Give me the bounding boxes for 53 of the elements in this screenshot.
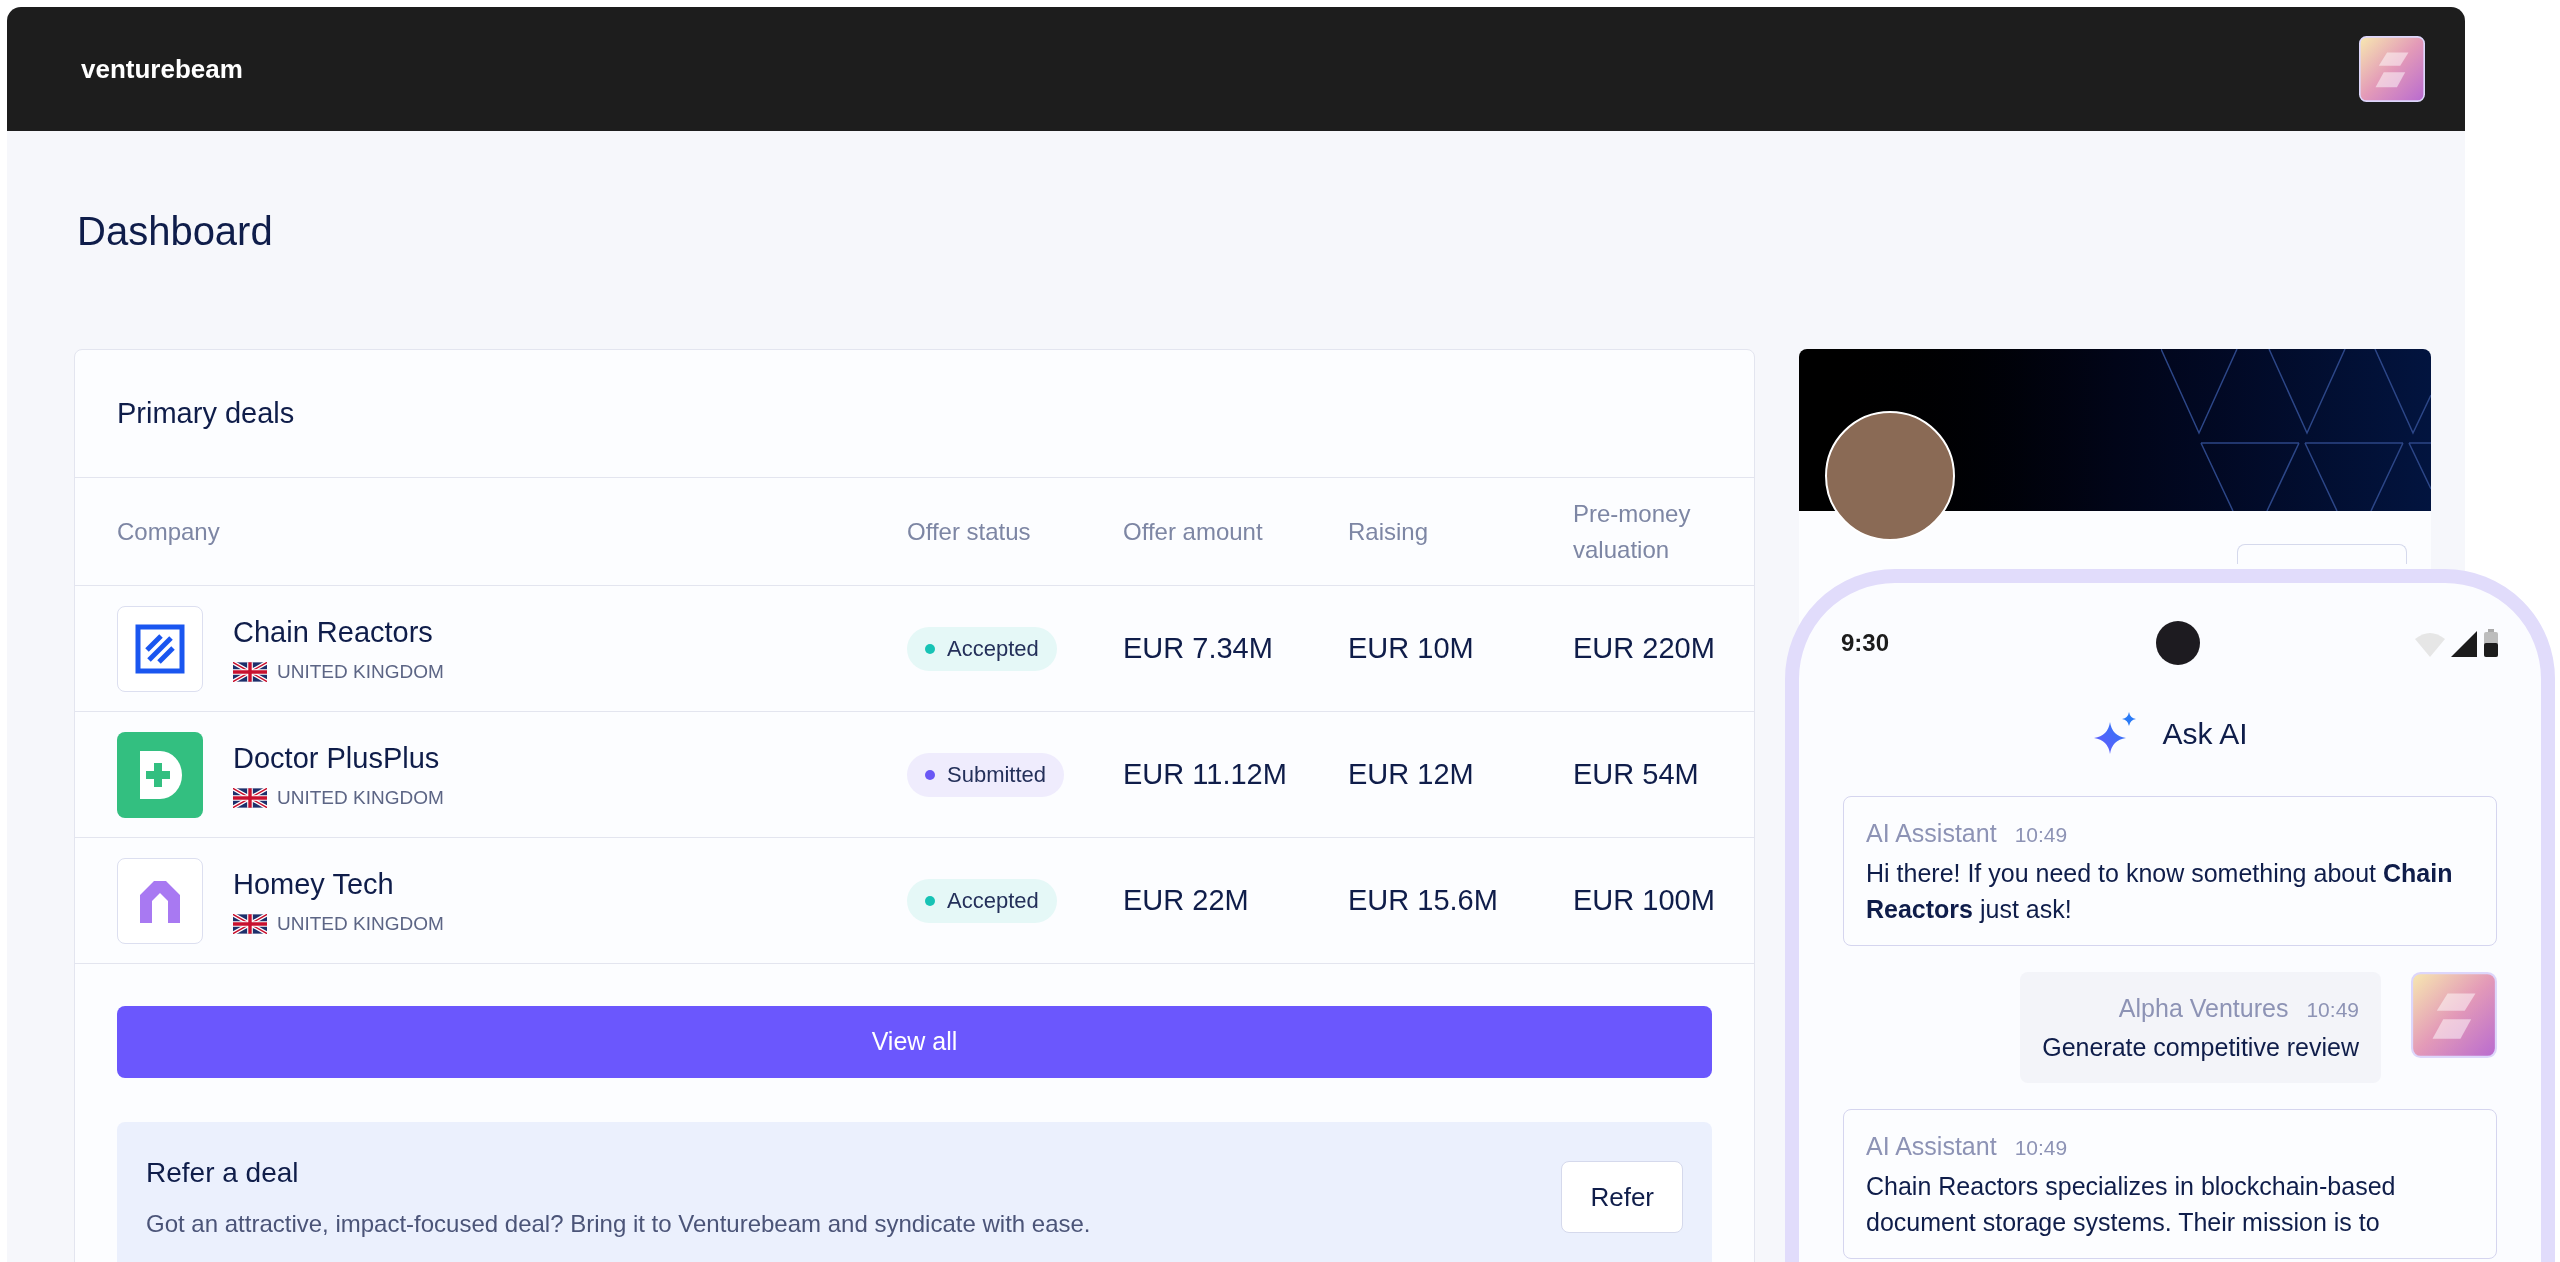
refer-button[interactable]: Refer	[1561, 1161, 1683, 1233]
deal-row[interactable]: Doctor PlusPlus UNITED KINGDOM Submitted EUR 11.12M EUR 12M EUR 54M	[75, 712, 1754, 838]
sender-name: AI Assistant	[1866, 1131, 1997, 1162]
outline-button[interactable]	[2237, 544, 2407, 564]
profile-avatar	[2359, 36, 2425, 102]
offer-amount: EUR 11.12M	[1123, 756, 1288, 792]
message-time: 10:49	[2014, 822, 2068, 848]
valuation-amount: EUR 100M	[1573, 882, 1716, 918]
country-label: UNITED KINGDOM	[277, 912, 444, 936]
deal-row[interactable]: Chain Reactors UNITED KINGDOM Accepted EUR 7.34M EUR 10M EUR 220M	[75, 586, 1754, 712]
message-time: 10:49	[2014, 1135, 2068, 1161]
column-header: Offer status	[907, 516, 1032, 547]
company-name: Chain Reactors	[233, 614, 434, 650]
battery-icon	[2483, 629, 2499, 657]
uk-flag-icon	[233, 788, 267, 809]
status-badge: Submitted	[907, 752, 1065, 797]
deal-row[interactable]: Homey Tech UNITED KINGDOM Accepted EUR 22M EUR 15.6M EUR 100M	[75, 838, 1754, 964]
status-time: 9:30	[1841, 628, 1890, 658]
country-label: UNITED KINGDOM	[277, 660, 444, 684]
sender-name: Alpha Ventures	[2118, 992, 2289, 1024]
column-header: Pre-money valuation	[1573, 498, 1692, 565]
chat-title: Ask AI	[2162, 716, 2248, 752]
column-header: Raising	[1348, 516, 1430, 547]
message-text: Hi there! If you need to know something about Chain Reactors just ask!	[1866, 857, 2454, 925]
message-text: Chain Reactors specializes in blockchain-based document storage systems. Their mission is to	[1866, 1170, 2397, 1238]
column-header: Offer amount	[1123, 516, 1264, 547]
message-text: Generate competitive review	[2042, 1032, 2359, 1063]
view-all-button[interactable]: View all	[117, 1006, 1712, 1078]
wifi-icon	[2415, 633, 2445, 657]
message-time: 10:49	[2306, 996, 2359, 1023]
offer-amount: EUR 22M	[1123, 882, 1250, 918]
company-name: Doctor PlusPlus	[233, 740, 441, 776]
company-name: Homey Tech	[233, 866, 395, 902]
uk-flag-icon	[233, 914, 267, 935]
raising-amount: EUR 15.6M	[1348, 882, 1499, 918]
brand-logo[interactable]: venturebeam	[81, 49, 243, 89]
refer-description: Got an attractive, impact-focused deal? Bring it to Venturebeam and syndicate with ease.	[146, 1209, 1091, 1239]
status-badge: Accepted	[907, 878, 1057, 923]
camera-icon	[2156, 621, 2200, 665]
signal-icon	[2451, 631, 2477, 657]
status-badge: Accepted	[907, 626, 1057, 671]
refer-title: Refer a deal	[146, 1156, 300, 1190]
page-title: Dashboard	[77, 208, 274, 255]
sender-name: AI Assistant	[1866, 818, 1997, 849]
card-title: Primary deals	[117, 395, 295, 431]
valuation-amount: EUR 220M	[1573, 630, 1716, 666]
raising-amount: EUR 10M	[1348, 630, 1475, 666]
valuation-amount: EUR 54M	[1573, 756, 1700, 792]
column-header: Company	[117, 516, 221, 547]
uk-flag-icon	[233, 662, 267, 683]
offer-amount: EUR 7.34M	[1123, 630, 1274, 666]
country-label: UNITED KINGDOM	[277, 786, 444, 810]
raising-amount: EUR 12M	[1348, 756, 1475, 792]
